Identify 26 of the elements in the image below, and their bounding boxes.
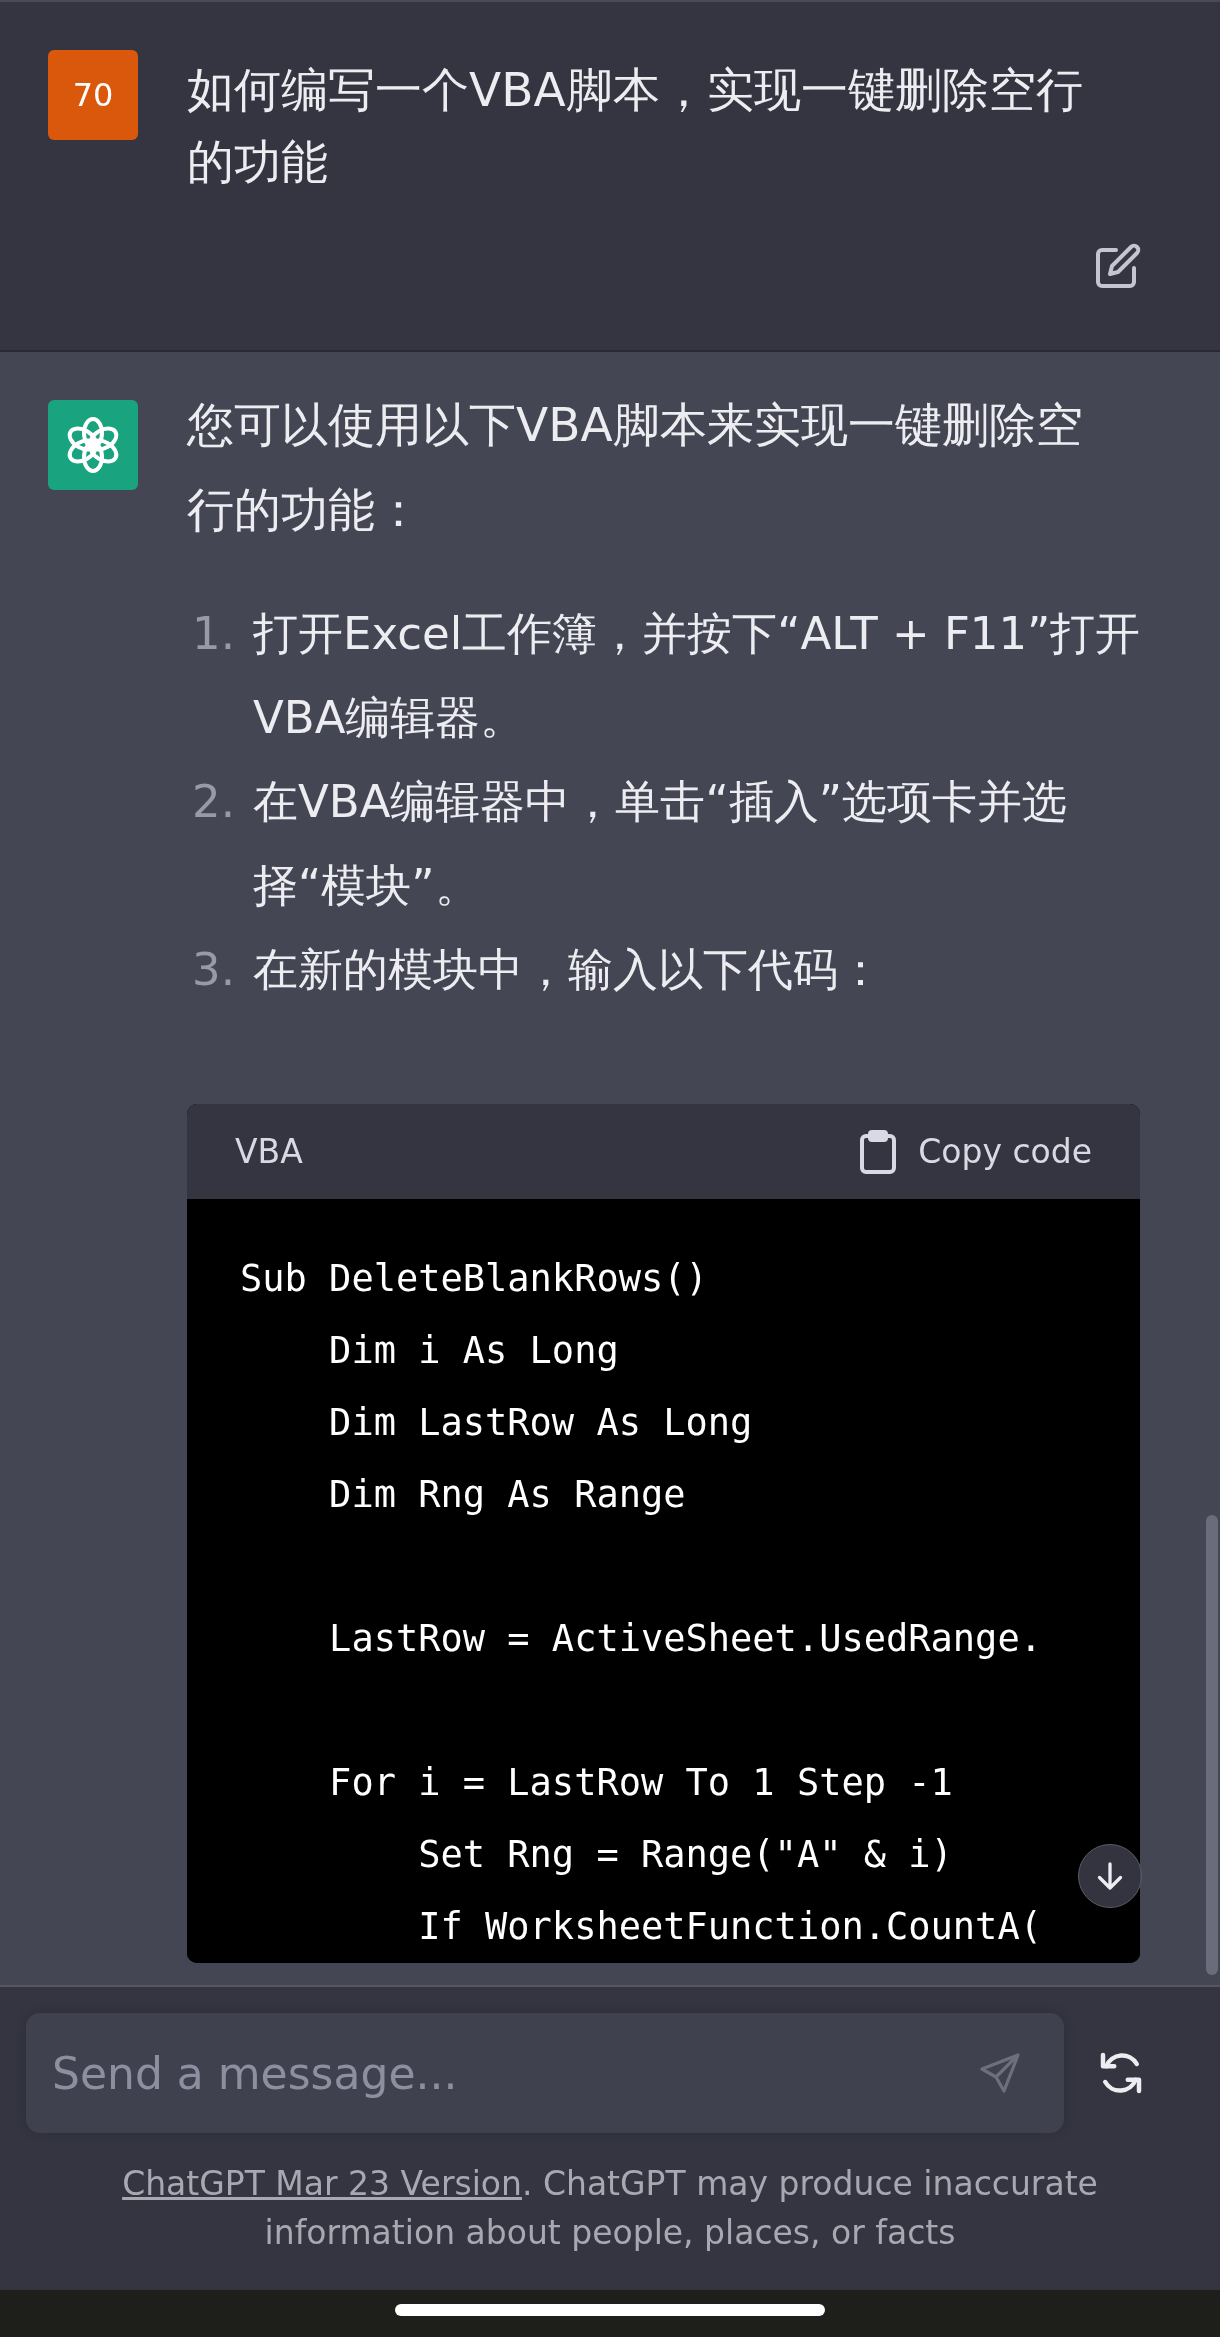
clipboard-icon: [860, 1129, 897, 1174]
scrollbar-thumb[interactable]: [1206, 1515, 1218, 1975]
code-line: Dim LastRow As Long: [328, 1400, 753, 1446]
step-number: 3.: [191, 942, 235, 998]
step-number: 2.: [191, 774, 235, 830]
code-line: Sub DeleteBlankRows(): [240, 1256, 708, 1302]
code-line: If WorksheetFunction.CountA(: [417, 1904, 1042, 1950]
message-input[interactable]: Send a message...: [50, 2046, 976, 2100]
disclaimer-text: ChatGPT Mar 23 Version. ChatGPT may produce inaccurate information about people, places, or facts: [121, 2163, 1099, 2254]
user-avatar: 70: [48, 50, 138, 140]
step-text: 在VBA编辑器中，单击“插入”选项卡并选择“模块”。: [253, 774, 1069, 914]
code-line: LastRow = ActiveSheet.UsedRange.: [328, 1616, 1042, 1662]
assistant-message: 您可以使用以下VBA脚本来实现一键删除空行的功能：: [187, 396, 1084, 539]
code-line: Dim Rng As Range: [328, 1472, 686, 1518]
copy-code-button[interactable]: Copy code: [860, 1129, 1092, 1174]
code-line: Dim i As Long: [328, 1328, 619, 1374]
step-text: 在新的模块中，输入以下代码：: [253, 942, 884, 998]
code-line: Set Rng = Range("A" & i): [417, 1832, 953, 1878]
code-line: For i = LastRow To 1 Step -1: [328, 1760, 953, 1806]
step-number: 1.: [191, 606, 235, 662]
user-message: 如何编写一个VBA脚本，实现一键删除空行的功能: [187, 61, 1084, 191]
code-language: VBA: [235, 1132, 303, 1171]
edit-icon[interactable]: [1094, 242, 1142, 290]
version-link[interactable]: ChatGPT Mar 23 Version: [122, 2164, 522, 2203]
step-text: 打开Excel工作簿，并按下“ALT + F11”打开VBA编辑器。: [253, 606, 1142, 746]
message-field[interactable]: Send a message...: [26, 2013, 1064, 2133]
